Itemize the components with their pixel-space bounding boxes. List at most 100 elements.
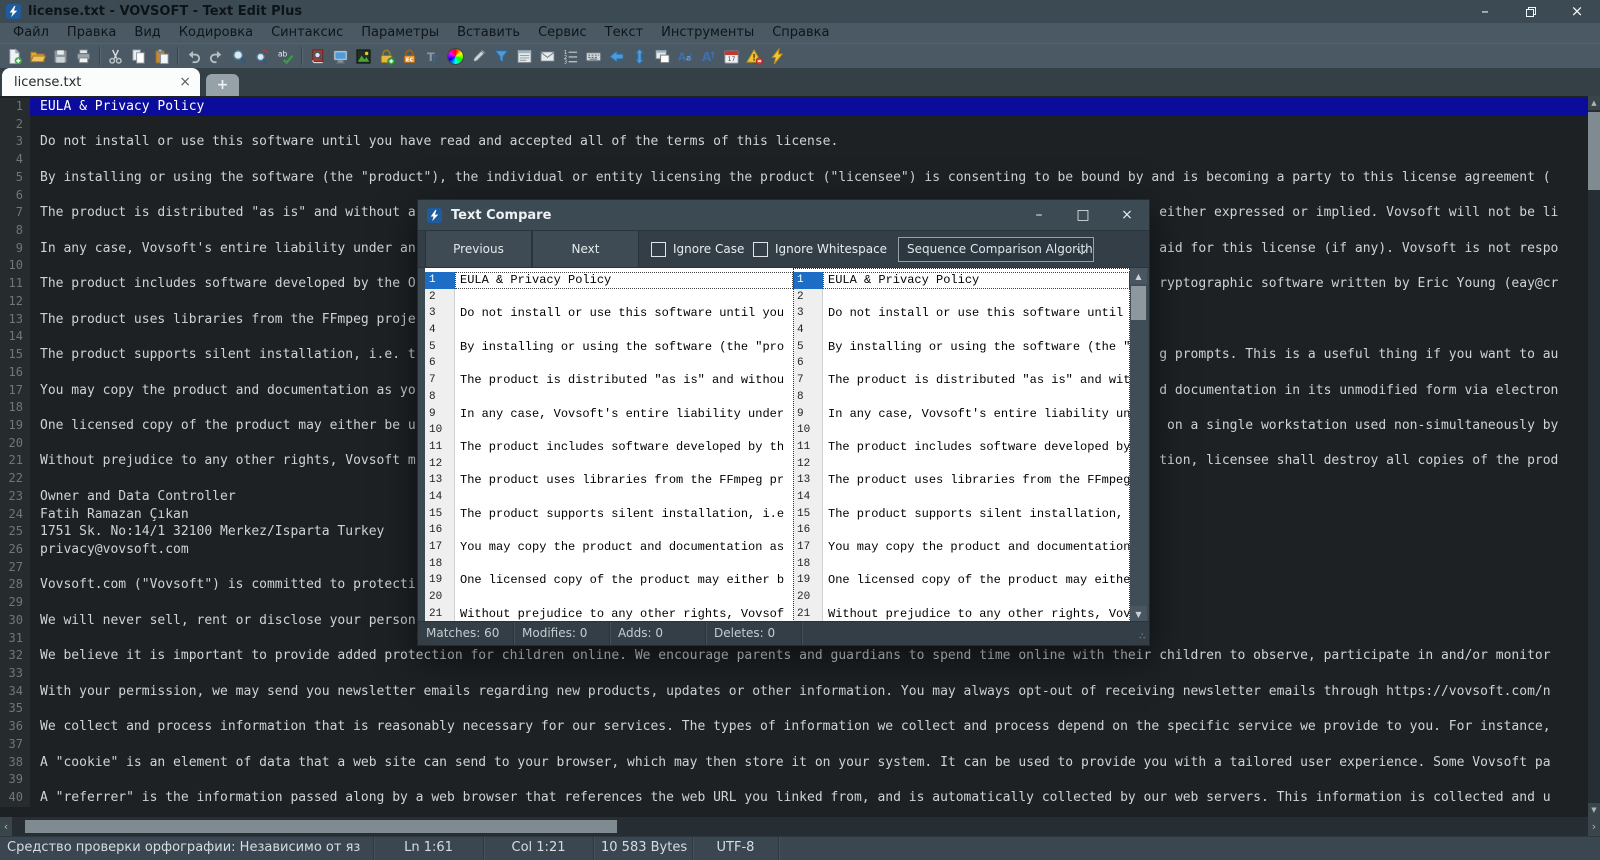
resize-grip[interactable]: ∴: [1139, 633, 1149, 645]
lightning-icon[interactable]: [767, 46, 788, 67]
copy-icon[interactable]: [128, 46, 149, 67]
minimize-button[interactable]: –: [1462, 0, 1508, 23]
editor-vertical-scrollbar[interactable]: ▲ ▼: [1588, 96, 1600, 817]
menu-item[interactable]: Текст: [596, 23, 653, 43]
checkbox-icon[interactable]: [651, 241, 666, 257]
font-style-icon[interactable]: TT: [422, 46, 443, 67]
undo-icon[interactable]: [183, 46, 204, 67]
cut-icon[interactable]: [105, 46, 126, 67]
previous-button[interactable]: Previous: [425, 231, 532, 267]
editor-line-text[interactable]: Do not install or use this software unti…: [30, 133, 1588, 151]
color-wheel-icon[interactable]: [445, 46, 466, 67]
email-icon[interactable]: [537, 46, 558, 67]
open-folder-icon[interactable]: [27, 46, 48, 67]
editor-line-text[interactable]: EULA & Privacy Policy: [30, 98, 1588, 116]
dialog-close-button[interactable]: ×: [1105, 200, 1149, 230]
editor-line-text[interactable]: [30, 116, 1588, 134]
font-smaller-icon[interactable]: Aa: [675, 46, 696, 67]
monitor-icon[interactable]: [330, 46, 351, 67]
sort-updown-icon[interactable]: [629, 46, 650, 67]
font-larger-icon[interactable]: A: [698, 46, 719, 67]
menu-item[interactable]: Сервис: [529, 23, 596, 43]
compare-line-number: 15: [793, 505, 823, 523]
scroll-left-arrow[interactable]: ‹: [0, 817, 12, 836]
editor-line-text[interactable]: [30, 151, 1588, 169]
paste-icon[interactable]: [151, 46, 172, 67]
warning-remove-icon[interactable]: !: [744, 46, 765, 67]
editor-line-text[interactable]: [30, 771, 1588, 789]
menu-item[interactable]: Кодировка: [170, 23, 262, 43]
compare-line-text: By installing or using the software (the…: [460, 339, 785, 354]
dialog-maximize-button[interactable]: □: [1061, 200, 1105, 230]
save-icon[interactable]: [50, 46, 71, 67]
next-button[interactable]: Next: [532, 231, 639, 267]
panel-list-icon[interactable]: [514, 46, 535, 67]
horizontal-scroll-thumb[interactable]: [25, 820, 617, 833]
lock-add-icon[interactable]: [376, 46, 397, 67]
ignore-whitespace-checkbox[interactable]: Ignore Whitespace: [753, 231, 887, 267]
picture-icon[interactable]: [353, 46, 374, 67]
print-icon[interactable]: [73, 46, 94, 67]
pane-scroll-thumb[interactable]: [1131, 286, 1146, 320]
compare-line: 3 Do not install or use this software unt…: [793, 305, 1130, 323]
add-tab-button[interactable]: +: [206, 74, 239, 96]
editor-line-text[interactable]: A "referrer" is the information passed a…: [30, 789, 1588, 807]
redo-icon[interactable]: [206, 46, 227, 67]
scroll-right-arrow[interactable]: ›: [1588, 817, 1600, 836]
editor-line-text[interactable]: [30, 700, 1588, 718]
lock-edit-icon[interactable]: EC: [399, 46, 420, 67]
compare-line-text: One licensed copy of the product may eit…: [828, 573, 1130, 588]
editor-line-text[interactable]: We collect and process information that …: [30, 718, 1588, 736]
dialog-minimize-button[interactable]: –: [1017, 200, 1061, 230]
editor-horizontal-scrollbar[interactable]: ‹ ›: [0, 817, 1600, 836]
tab-license-txt[interactable]: license.txt ×: [2, 68, 200, 96]
editor-line-text[interactable]: With your permission, we may send you ne…: [30, 683, 1588, 701]
pane-vertical-scrollbar[interactable]: ▲ ▼: [1130, 268, 1147, 622]
editor-line-text[interactable]: [30, 665, 1588, 683]
dictionary-search-icon[interactable]: [307, 46, 328, 67]
algorithm-dropdown[interactable]: Sequence Comparison Algorithm: [898, 237, 1094, 262]
menu-item[interactable]: Правка: [58, 23, 125, 43]
vertical-scroll-thumb[interactable]: [1588, 112, 1600, 190]
menu-item[interactable]: Файл: [4, 23, 58, 43]
editor-line-text[interactable]: We believe it is important to provide ad…: [30, 647, 1588, 665]
search-icon[interactable]: [229, 46, 250, 67]
editor-line-text[interactable]: A "cookie" is an element of data that a …: [30, 754, 1588, 772]
compare-line-text: [823, 522, 1130, 539]
pane-scroll-down-arrow[interactable]: ▼: [1130, 606, 1147, 622]
line-number: 6: [0, 186, 30, 205]
compare-line-text: The product includes software developed …: [460, 439, 785, 454]
checkbox-icon[interactable]: [753, 241, 768, 257]
compare-line: 4: [425, 322, 793, 339]
new-file-icon[interactable]: [4, 46, 25, 67]
scroll-down-arrow[interactable]: ▼: [1588, 803, 1600, 817]
close-button[interactable]: ×: [1554, 0, 1600, 23]
menu-item[interactable]: Параметры: [352, 23, 448, 43]
compare-line-number: 1: [425, 272, 455, 289]
editor-line-text[interactable]: [30, 736, 1588, 754]
editor-line: 39: [0, 771, 1588, 790]
menu-item[interactable]: Вставить: [448, 23, 529, 43]
compare-pane-right[interactable]: 1 EULA & Privacy Policy 2 3 Do not install o…: [793, 268, 1130, 622]
dialog-status-bar: Matches: 60 Modifies: 0 Adds: 0 Deletes: 0 ∴: [418, 621, 1149, 645]
menu-item[interactable]: Вид: [125, 23, 169, 43]
menu-item[interactable]: Справка: [763, 23, 838, 43]
find-replace-icon[interactable]: [252, 46, 273, 67]
restore-button[interactable]: [1508, 0, 1554, 23]
numbered-list-icon[interactable]: 123: [560, 46, 581, 67]
ignore-case-checkbox[interactable]: Ignore Case: [651, 231, 744, 267]
keyboard-icon[interactable]: [583, 46, 604, 67]
filter-icon[interactable]: [491, 46, 512, 67]
pen-icon[interactable]: [468, 46, 489, 67]
editor-line-text[interactable]: By installing or using the software (the…: [30, 169, 1588, 187]
pane-scroll-up-arrow[interactable]: ▲: [1130, 268, 1147, 284]
nav-back-icon[interactable]: [606, 46, 627, 67]
menu-item[interactable]: Синтаксис: [262, 23, 352, 43]
duplicate-window-icon[interactable]: [652, 46, 673, 67]
tab-close-icon[interactable]: ×: [179, 75, 191, 89]
calendar-icon[interactable]: 17: [721, 46, 742, 67]
compare-pane-left[interactable]: 1 EULA & Privacy Policy 2 3 Do not install o…: [425, 268, 793, 622]
menu-item[interactable]: Инструменты: [652, 23, 763, 43]
spell-check-icon[interactable]: ab: [275, 46, 296, 67]
scroll-up-arrow[interactable]: ▲: [1588, 96, 1600, 110]
